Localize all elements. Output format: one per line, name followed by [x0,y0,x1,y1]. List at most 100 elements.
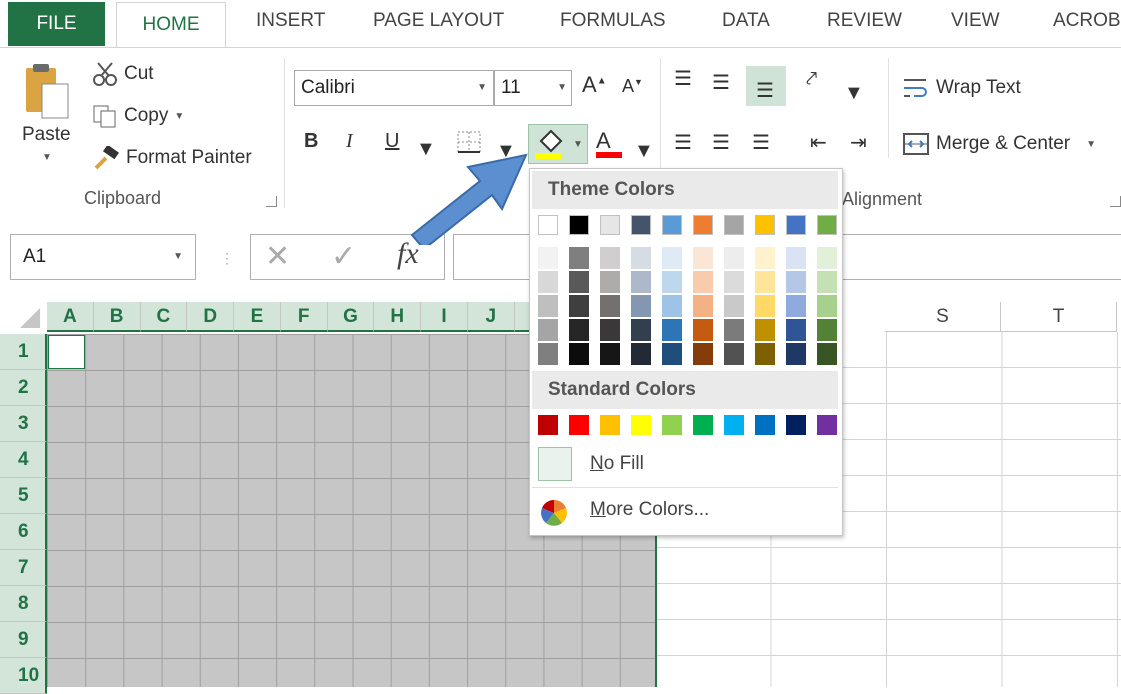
standard-color-swatch[interactable] [786,415,806,435]
decrease-font-icon[interactable]: A▼ [622,76,643,97]
theme-shade-swatch[interactable] [755,319,775,341]
theme-color-swatch[interactable] [724,215,744,235]
theme-shade-swatch[interactable] [693,295,713,317]
standard-color-swatch[interactable] [538,415,558,435]
column-header[interactable]: C [140,302,188,332]
decrease-indent-icon[interactable]: ⇤ [810,130,827,155]
font-color-dropdown-icon[interactable]: ▼ [634,140,654,163]
column-header[interactable]: S [885,302,1001,332]
theme-shade-swatch[interactable] [817,271,837,293]
font-size-dropdown-icon[interactable]: ▼ [557,71,567,105]
column-header[interactable]: J [467,302,515,332]
cancel-icon[interactable]: ✕ [265,239,290,274]
column-header[interactable]: G [327,302,375,332]
theme-shade-swatch[interactable] [724,271,744,293]
tab-formulas[interactable]: FORMULAS [560,10,666,32]
theme-shade-swatch[interactable] [569,319,589,341]
theme-shade-swatch[interactable] [817,247,837,269]
theme-shade-swatch[interactable] [569,343,589,365]
align-right-icon[interactable]: ☰ [752,130,770,155]
standard-color-swatch[interactable] [631,415,651,435]
theme-shade-swatch[interactable] [693,343,713,365]
increase-indent-icon[interactable]: ⇥ [850,130,867,155]
theme-shade-swatch[interactable] [662,271,682,293]
paste-label[interactable]: Paste [22,124,71,146]
theme-shade-swatch[interactable] [600,295,620,317]
row-header[interactable]: 2 [0,370,47,406]
theme-shade-swatch[interactable] [631,343,651,365]
paste-button[interactable] [22,62,74,132]
standard-color-swatch[interactable] [724,415,744,435]
font-name-dropdown-icon[interactable]: ▼ [477,71,487,105]
row-header[interactable]: 10 [0,658,47,694]
theme-shade-swatch[interactable] [755,271,775,293]
active-cell[interactable] [48,335,85,369]
underline-button[interactable]: U [385,130,399,153]
tab-data[interactable]: DATA [722,10,770,32]
theme-shade-swatch[interactable] [693,247,713,269]
column-header[interactable]: E [234,302,281,332]
tab-insert[interactable]: INSERT [256,10,325,32]
tab-home[interactable]: HOME [116,2,226,49]
theme-shade-swatch[interactable] [755,247,775,269]
theme-color-swatch[interactable] [786,215,806,235]
theme-shade-swatch[interactable] [817,343,837,365]
theme-shade-swatch[interactable] [538,247,558,269]
theme-color-swatch[interactable] [755,215,775,235]
column-header[interactable]: H [374,302,422,332]
theme-shade-swatch[interactable] [755,295,775,317]
theme-shade-swatch[interactable] [786,319,806,341]
theme-shade-swatch[interactable] [662,319,682,341]
increase-font-icon[interactable]: A▲ [582,72,607,98]
theme-shade-swatch[interactable] [817,295,837,317]
name-box[interactable]: A1 ▼ [10,234,196,280]
theme-shade-swatch[interactable] [786,271,806,293]
wrap-text-button[interactable]: Wrap Text [902,76,1021,100]
align-top-icon[interactable]: ☰ [674,66,692,91]
row-header[interactable]: 3 [0,406,47,442]
theme-color-swatch[interactable] [817,215,837,235]
row-header[interactable]: 1 [0,334,47,370]
select-all-corner[interactable] [0,302,48,332]
tab-acrobat[interactable]: ACROB [1053,10,1121,32]
column-header[interactable]: T [1001,302,1117,332]
theme-shade-swatch[interactable] [600,319,620,341]
align-left-icon[interactable]: ☰ [674,130,692,155]
theme-shade-swatch[interactable] [786,295,806,317]
align-center-icon[interactable]: ☰ [712,130,730,155]
font-color-button[interactable]: A [596,128,622,158]
font-size-combo[interactable]: 11 ▼ [494,70,572,106]
theme-shade-swatch[interactable] [569,295,589,317]
theme-shade-swatch[interactable] [786,343,806,365]
tab-file[interactable]: FILE [8,2,105,46]
theme-shade-swatch[interactable] [569,271,589,293]
theme-shade-swatch[interactable] [724,319,744,341]
theme-shade-swatch[interactable] [631,271,651,293]
column-header[interactable]: B [93,302,141,332]
theme-shade-swatch[interactable] [631,295,651,317]
theme-shade-swatch[interactable] [817,319,837,341]
align-bottom-button[interactable]: ☰ [746,66,786,106]
copy-button[interactable]: Copy ▼ [92,104,184,128]
theme-shade-swatch[interactable] [538,319,558,341]
theme-shade-swatch[interactable] [724,343,744,365]
theme-color-swatch[interactable] [600,215,620,235]
theme-color-swatch[interactable] [538,215,558,235]
theme-shade-swatch[interactable] [600,247,620,269]
theme-shade-swatch[interactable] [600,343,620,365]
theme-shade-swatch[interactable] [693,319,713,341]
standard-color-swatch[interactable] [600,415,620,435]
theme-color-swatch[interactable] [569,215,589,235]
standard-color-swatch[interactable] [693,415,713,435]
theme-shade-swatch[interactable] [662,343,682,365]
format-painter-button[interactable]: Format Painter [92,146,252,170]
italic-button[interactable]: I [346,130,353,153]
theme-shade-swatch[interactable] [662,295,682,317]
font-name-combo[interactable]: Calibri ▼ [294,70,494,106]
merge-center-button[interactable]: Merge & Center ▼ [902,132,1096,156]
theme-shade-swatch[interactable] [569,247,589,269]
no-fill-option[interactable]: No Fill [590,453,644,475]
row-header[interactable]: 4 [0,442,47,478]
row-header[interactable]: 8 [0,586,47,622]
tab-view[interactable]: VIEW [951,10,1000,32]
